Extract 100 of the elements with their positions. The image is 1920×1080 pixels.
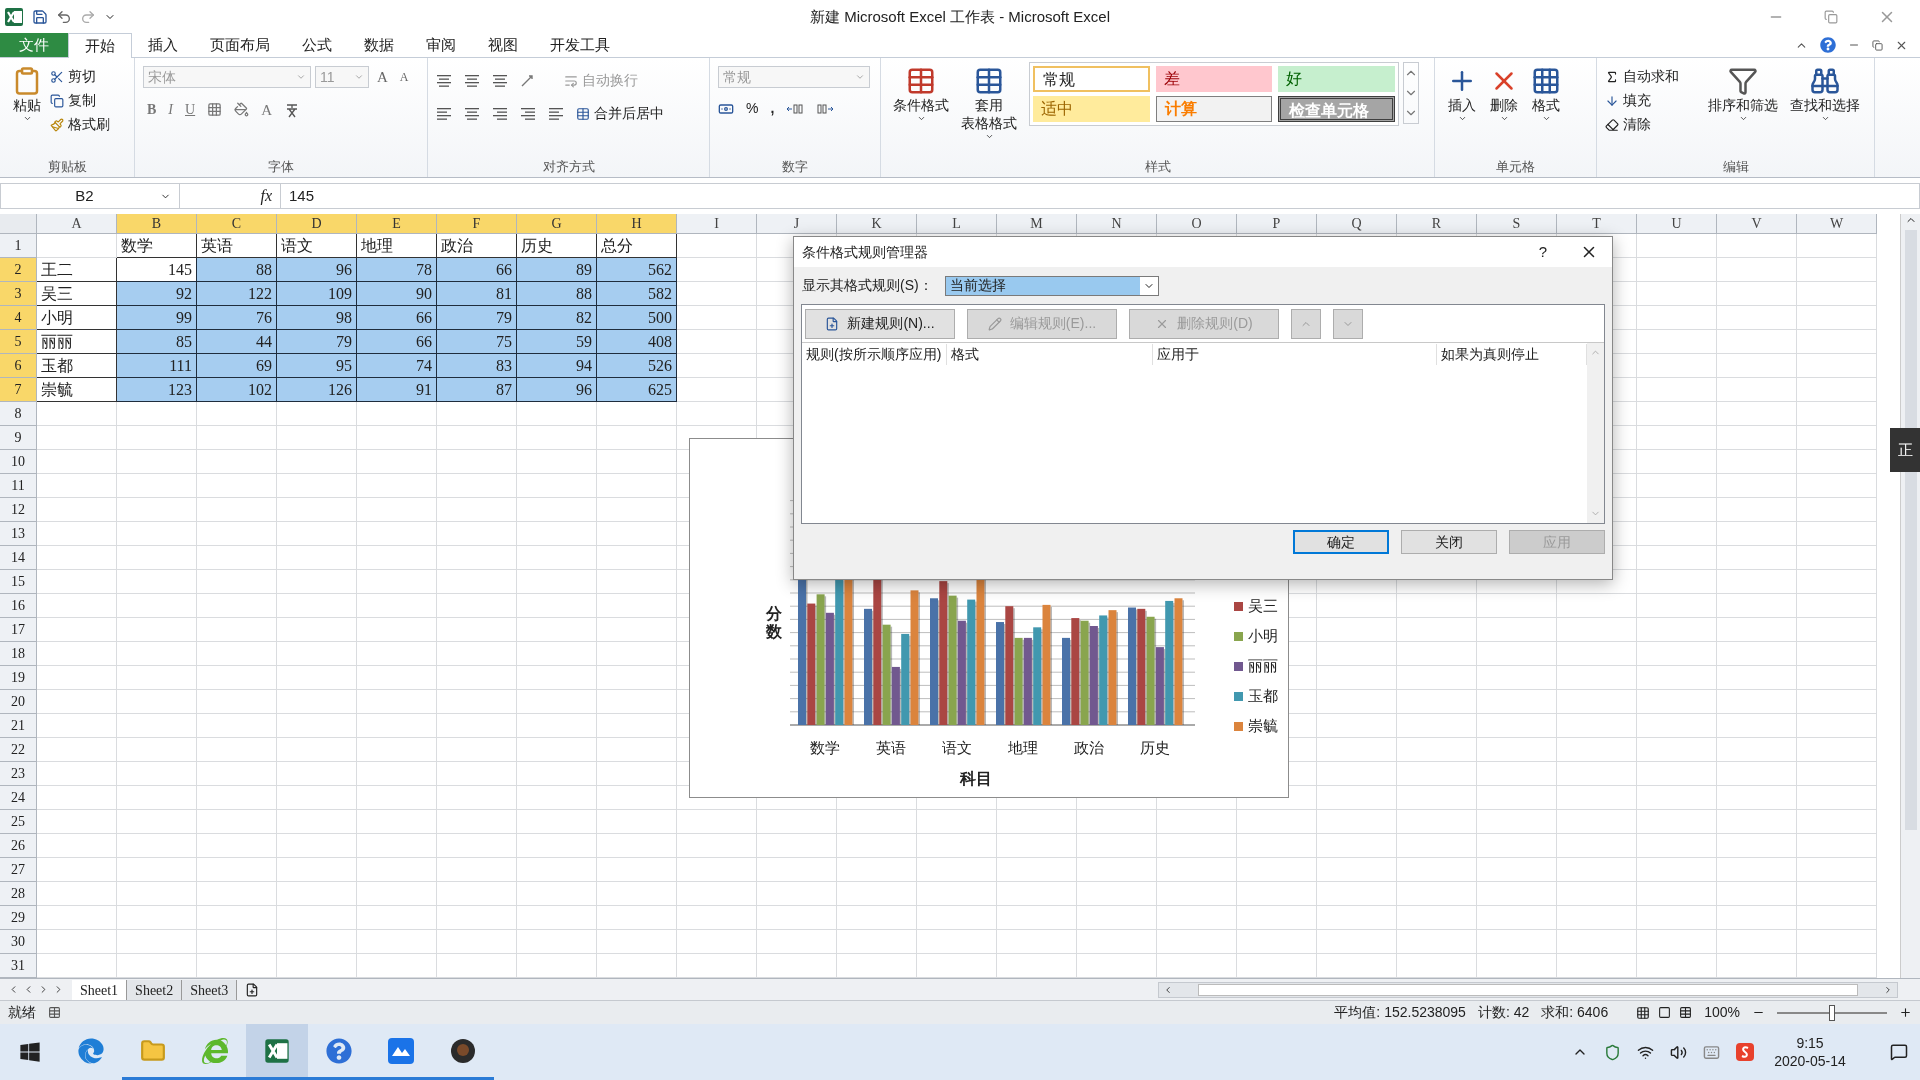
column-header[interactable]: R <box>1397 214 1477 234</box>
zoom-slider[interactable] <box>1777 1004 1887 1021</box>
underline-button[interactable]: U <box>185 99 196 121</box>
cells-button[interactable]: 插入 <box>1443 62 1481 123</box>
restore-icon[interactable] <box>1824 10 1838 24</box>
sort-filter-button[interactable]: 排序和筛选 <box>1704 62 1782 123</box>
column-header[interactable]: Q <box>1317 214 1397 234</box>
rule-scope-dropdown[interactable]: 当前选择 <box>944 275 1159 296</box>
keyboard-icon[interactable] <box>1703 1043 1720 1061</box>
shrink-font-button[interactable]: A <box>395 68 413 87</box>
table-format-button[interactable]: 套用 表格格式 <box>957 62 1021 141</box>
vertical-scrollbar[interactable] <box>1587 343 1604 523</box>
row-header[interactable]: 23 <box>0 762 37 786</box>
column-header[interactable]: 应用于 <box>1153 343 1437 365</box>
round-app-icon[interactable] <box>450 1037 476 1064</box>
right-align-icon[interactable] <box>492 106 508 121</box>
copy-button[interactable]: 复制 <box>50 90 110 111</box>
row-header[interactable]: 22 <box>0 738 37 762</box>
row-header[interactable]: 14 <box>0 546 37 570</box>
column-header[interactable]: 格式 <box>947 343 1153 365</box>
row-header[interactable]: 21 <box>0 714 37 738</box>
column-header[interactable]: H <box>597 214 677 234</box>
column-header[interactable]: M <box>997 214 1077 234</box>
ribbon-tab[interactable]: 开始 <box>68 33 132 58</box>
sheet-tab[interactable]: Sheet3 <box>182 979 238 1000</box>
middle-align-icon[interactable] <box>464 73 480 88</box>
row-header[interactable]: 6 <box>0 354 37 378</box>
help-icon[interactable] <box>326 1037 352 1064</box>
row-header[interactable]: 28 <box>0 882 37 906</box>
autosum-button[interactable]: 自动求和 <box>1605 66 1700 87</box>
zoom-thumb[interactable] <box>1829 1004 1835 1021</box>
column-header[interactable]: D <box>277 214 357 234</box>
sheet-tab[interactable]: Sheet2 <box>127 979 183 1000</box>
volume-icon[interactable] <box>1670 1043 1687 1061</box>
column-header[interactable]: N <box>1077 214 1157 234</box>
cell-style-option[interactable]: 好 <box>1278 66 1395 92</box>
ribbon-tab[interactable]: 审阅 <box>410 33 472 57</box>
phonetic-icon[interactable] <box>284 101 300 118</box>
fill-color-icon[interactable] <box>234 102 250 118</box>
merge-center-button[interactable]: 合并后居中 <box>576 103 664 124</box>
vertical-scrollbar[interactable] <box>1900 214 1920 978</box>
column-header[interactable]: T <box>1557 214 1637 234</box>
row-header[interactable]: 5 <box>0 330 37 354</box>
orientation-icon[interactable] <box>520 73 536 88</box>
row-header[interactable]: 12 <box>0 498 37 522</box>
cells-button[interactable]: 删除 <box>1485 62 1523 123</box>
left-align-icon[interactable] <box>436 106 452 121</box>
normal-view-icon[interactable] <box>1636 1005 1651 1020</box>
row-header[interactable]: 30 <box>0 930 37 954</box>
increase-indent-icon[interactable] <box>548 106 564 121</box>
row-header[interactable]: 3 <box>0 282 37 306</box>
row-header[interactable]: 15 <box>0 570 37 594</box>
row-header[interactable]: 20 <box>0 690 37 714</box>
row-header[interactable]: 11 <box>0 474 37 498</box>
help-button[interactable]: ? <box>1520 240 1566 264</box>
row-header[interactable]: 24 <box>0 786 37 810</box>
fill-button[interactable]: 填充 <box>1605 90 1700 111</box>
decrease-indent-icon[interactable] <box>520 106 536 121</box>
column-header[interactable]: G <box>517 214 597 234</box>
ribbon-tab[interactable]: 视图 <box>472 33 534 57</box>
bottom-align-icon[interactable] <box>492 73 508 88</box>
notifications-icon[interactable] <box>1890 1043 1908 1061</box>
cut-button[interactable]: 剪切 <box>50 66 110 87</box>
row-header[interactable]: 1 <box>0 234 37 258</box>
row-header[interactable]: 19 <box>0 666 37 690</box>
center-align-icon[interactable] <box>464 106 480 121</box>
font-color-button[interactable]: A <box>261 98 272 121</box>
row-header[interactable]: 18 <box>0 642 37 666</box>
tray-app-icon[interactable] <box>1736 1043 1754 1061</box>
column-header[interactable]: W <box>1797 214 1877 234</box>
input-method-tab[interactable]: 正 <box>1890 428 1920 472</box>
clear-button[interactable]: 清除 <box>1605 114 1700 135</box>
increase-decimal-icon[interactable] <box>786 101 805 116</box>
row-header[interactable]: 7 <box>0 378 37 402</box>
column-header[interactable]: K <box>837 214 917 234</box>
row-header[interactable]: 31 <box>0 954 37 978</box>
browser-icon[interactable] <box>78 1037 104 1064</box>
cell-style-option[interactable]: 差 <box>1155 66 1273 92</box>
ribbon-tab[interactable]: 开发工具 <box>534 33 626 57</box>
conditional-format-button[interactable]: 条件格式 <box>889 62 953 123</box>
column-header[interactable]: F <box>437 214 517 234</box>
row-header[interactable]: 13 <box>0 522 37 546</box>
column-header[interactable]: B <box>117 214 197 234</box>
row-header[interactable]: 27 <box>0 858 37 882</box>
undo-icon[interactable] <box>56 9 72 25</box>
new-sheet-icon[interactable] <box>245 982 260 997</box>
grow-font-button[interactable]: A <box>373 66 392 89</box>
column-header[interactable]: E <box>357 214 437 234</box>
row-header[interactable]: 8 <box>0 402 37 426</box>
paste-button[interactable]: 粘贴 <box>8 62 46 123</box>
row-header[interactable]: 2 <box>0 258 37 282</box>
ribbon-tab[interactable]: 公式 <box>286 33 348 57</box>
column-header[interactable]: U <box>1637 214 1717 234</box>
sheet-tab[interactable]: Sheet1 <box>72 979 128 1000</box>
taskbar-item[interactable] <box>246 1024 308 1080</box>
column-header[interactable]: L <box>917 214 997 234</box>
format-painter-button[interactable]: 格式刷 <box>50 114 110 135</box>
column-header[interactable]: A <box>37 214 117 234</box>
dialog-button[interactable]: 确定 <box>1293 530 1389 554</box>
bold-button[interactable]: B <box>147 99 157 121</box>
